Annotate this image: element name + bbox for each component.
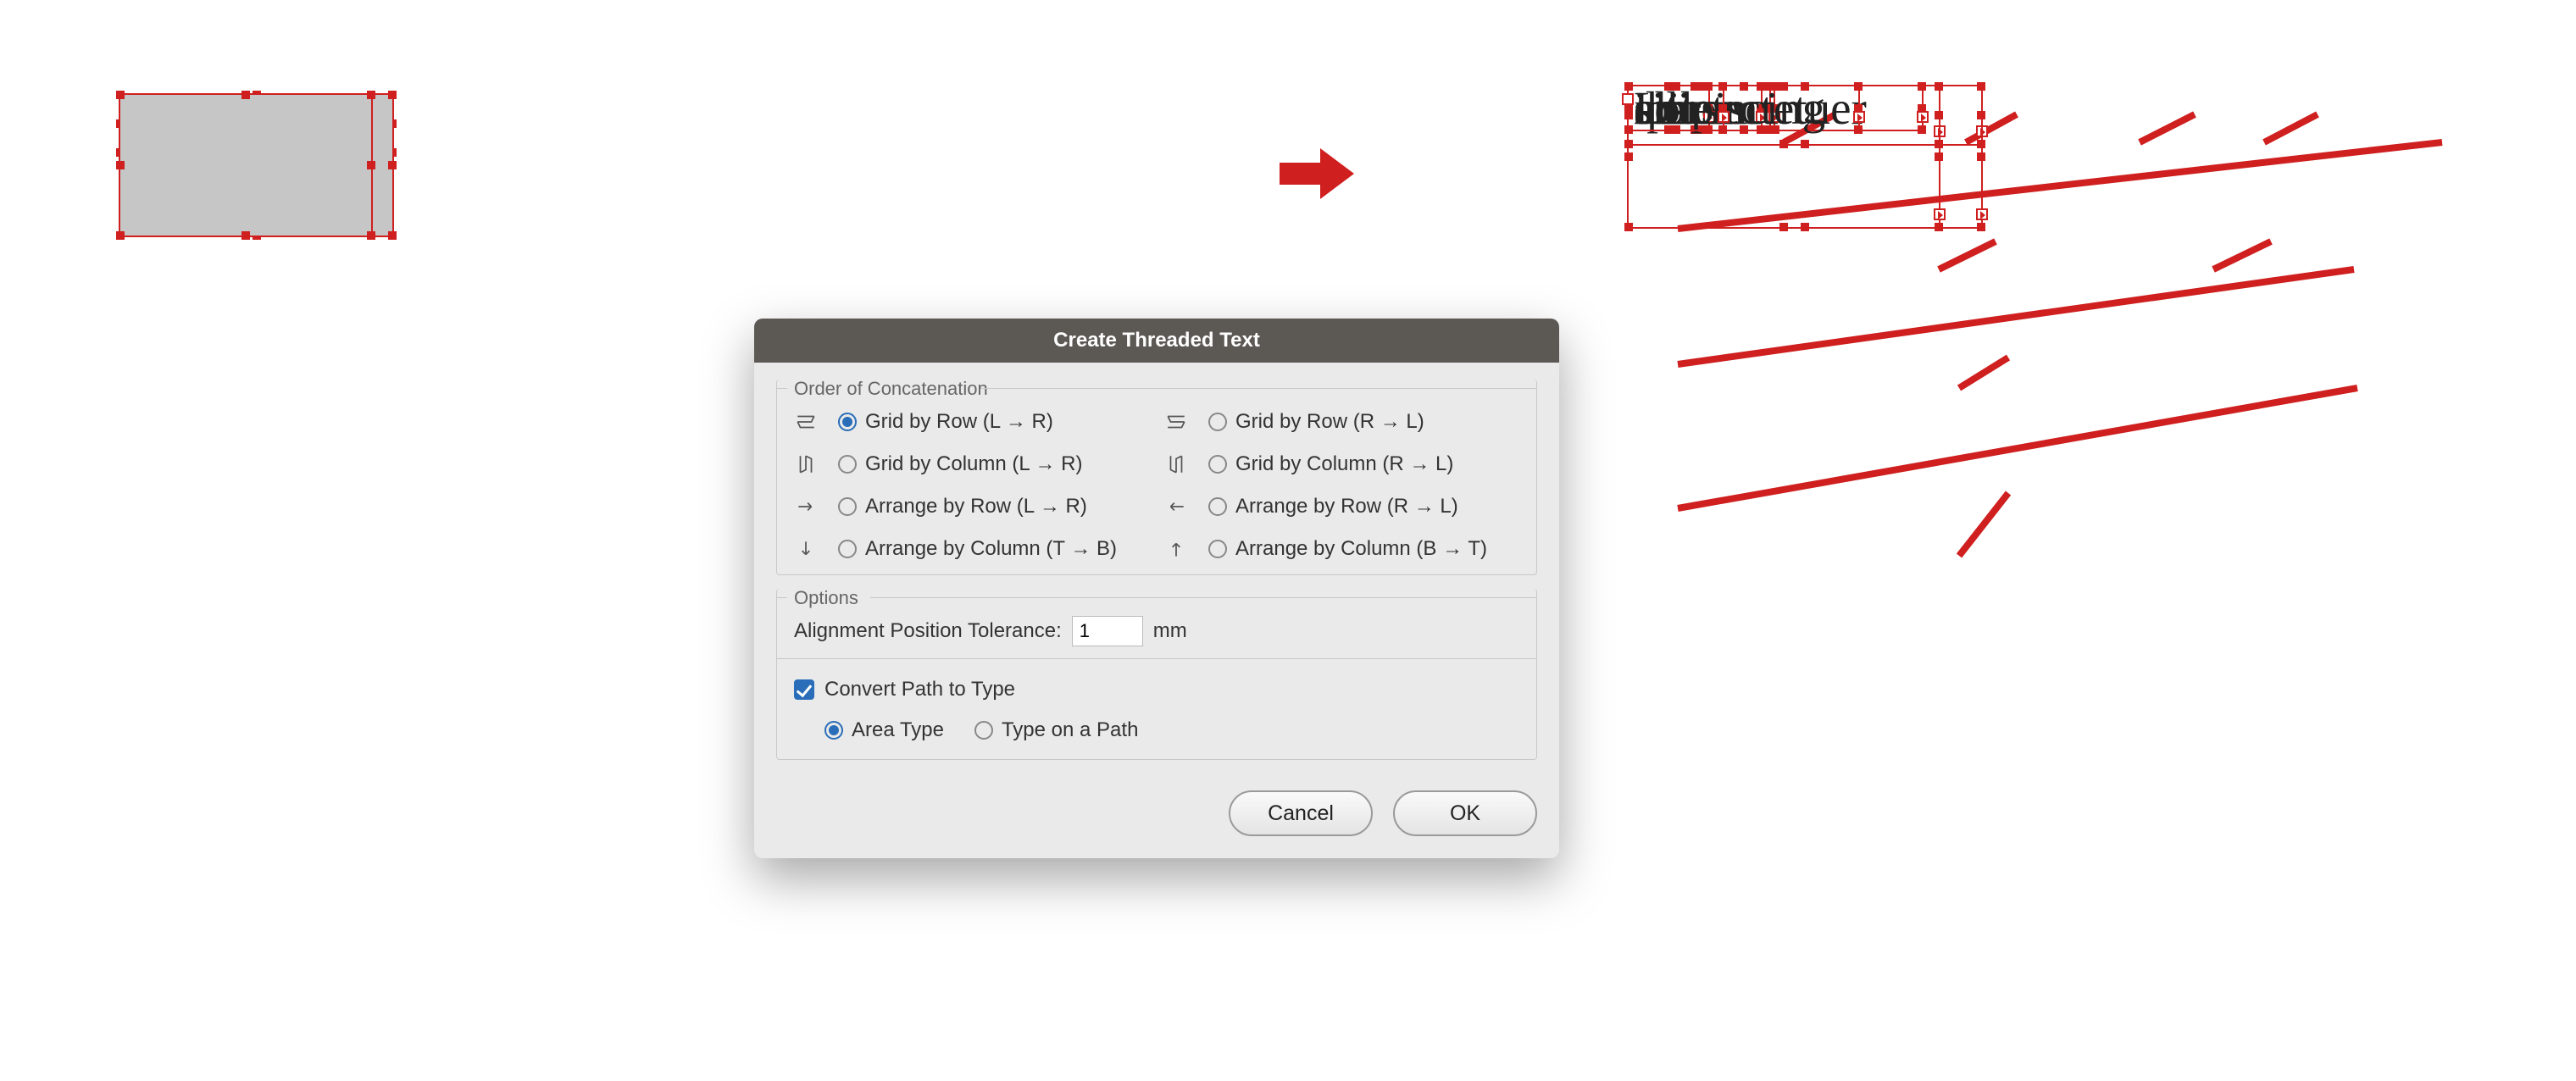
radio-grid-col-rl[interactable]: Grid by Column (R → L) <box>1208 452 1521 476</box>
group-options-label: Options <box>789 587 863 609</box>
radio-arr-row-lr-input[interactable] <box>838 497 857 516</box>
convert-path-label: Convert Path to Type <box>824 678 1015 701</box>
radio-area-type-input[interactable] <box>824 721 843 740</box>
radio-arr-col-tb-input[interactable] <box>838 540 857 558</box>
radio-type-on-path-input[interactable] <box>974 721 993 740</box>
radio-arr-row-lr[interactable]: Arrange by Row (L → R) <box>838 495 1151 518</box>
arrow-left-icon <box>1163 493 1190 520</box>
radio-grid-row-lr[interactable]: Grid by Row (L → R) <box>838 410 1151 434</box>
radio-label: Arrange by Row (R → L) <box>1235 495 1458 518</box>
radio-grid-row-rl-input[interactable] <box>1208 413 1227 431</box>
after-canvas: Lorem ipsum dolor sit amet consectetuer … <box>1627 85 2542 678</box>
convert-path-checkbox[interactable] <box>794 679 814 700</box>
radio-arr-col-bt-input[interactable] <box>1208 540 1227 558</box>
radio-label: Area Type <box>852 718 944 742</box>
grid-col-lr-icon <box>792 451 819 478</box>
radio-label: Arrange by Column (T → B) <box>865 537 1117 561</box>
radio-grid-col-lr-input[interactable] <box>838 455 857 474</box>
grid-row-lr-icon <box>792 408 819 435</box>
radio-label: Arrange by Column (B → T) <box>1235 537 1487 561</box>
grid-row-rl-icon <box>1163 408 1190 435</box>
cancel-button[interactable]: Cancel <box>1229 790 1373 836</box>
radio-label: Grid by Row (R → L) <box>1235 410 1424 434</box>
radio-label: Grid by Column (L → R) <box>865 452 1083 476</box>
radio-arr-col-bt[interactable]: Arrange by Column (B → T) <box>1208 537 1521 561</box>
radio-grid-col-lr[interactable]: Grid by Column (L → R) <box>838 452 1151 476</box>
dialog-title: Create Threaded Text <box>754 319 1559 363</box>
tolerance-label: Alignment Position Tolerance: <box>794 619 1062 643</box>
radio-grid-row-lr-input[interactable] <box>838 413 857 431</box>
arrow-up-icon <box>1163 535 1190 563</box>
arrow-right-icon <box>792 493 819 520</box>
radio-arr-row-rl-input[interactable] <box>1208 497 1227 516</box>
radio-area-type[interactable]: Area Type <box>824 718 944 742</box>
group-order-label: Order of Concatenation <box>789 378 993 400</box>
radio-label: Grid by Column (R → L) <box>1235 452 1453 476</box>
group-order: Order of Concatenation Grid by Row (L → … <box>776 380 1537 575</box>
group-options: Options Alignment Position Tolerance: mm… <box>776 589 1537 760</box>
radio-arr-row-rl[interactable]: Arrange by Row (R → L) <box>1208 495 1521 518</box>
ok-button[interactable]: OK <box>1393 790 1537 836</box>
radio-label: Arrange by Row (L → R) <box>865 495 1087 518</box>
tolerance-input[interactable] <box>1072 616 1143 646</box>
selected-path[interactable] <box>119 93 373 237</box>
arrow-icon <box>1280 148 1356 199</box>
tolerance-unit: mm <box>1153 619 1187 643</box>
radio-grid-row-rl[interactable]: Grid by Row (R → L) <box>1208 410 1521 434</box>
arrow-down-icon <box>792 535 819 563</box>
grid-col-rl-icon <box>1163 451 1190 478</box>
radio-type-on-path[interactable]: Type on a Path <box>974 718 1138 742</box>
radio-grid-col-rl-input[interactable] <box>1208 455 1227 474</box>
radio-label: Type on a Path <box>1002 718 1138 742</box>
create-threaded-text-dialog: Create Threaded Text Order of Concatenat… <box>754 319 1559 858</box>
text-frame[interactable] <box>1627 85 1983 229</box>
radio-label: Grid by Row (L → R) <box>865 410 1053 434</box>
radio-arr-col-tb[interactable]: Arrange by Column (T → B) <box>838 537 1151 561</box>
